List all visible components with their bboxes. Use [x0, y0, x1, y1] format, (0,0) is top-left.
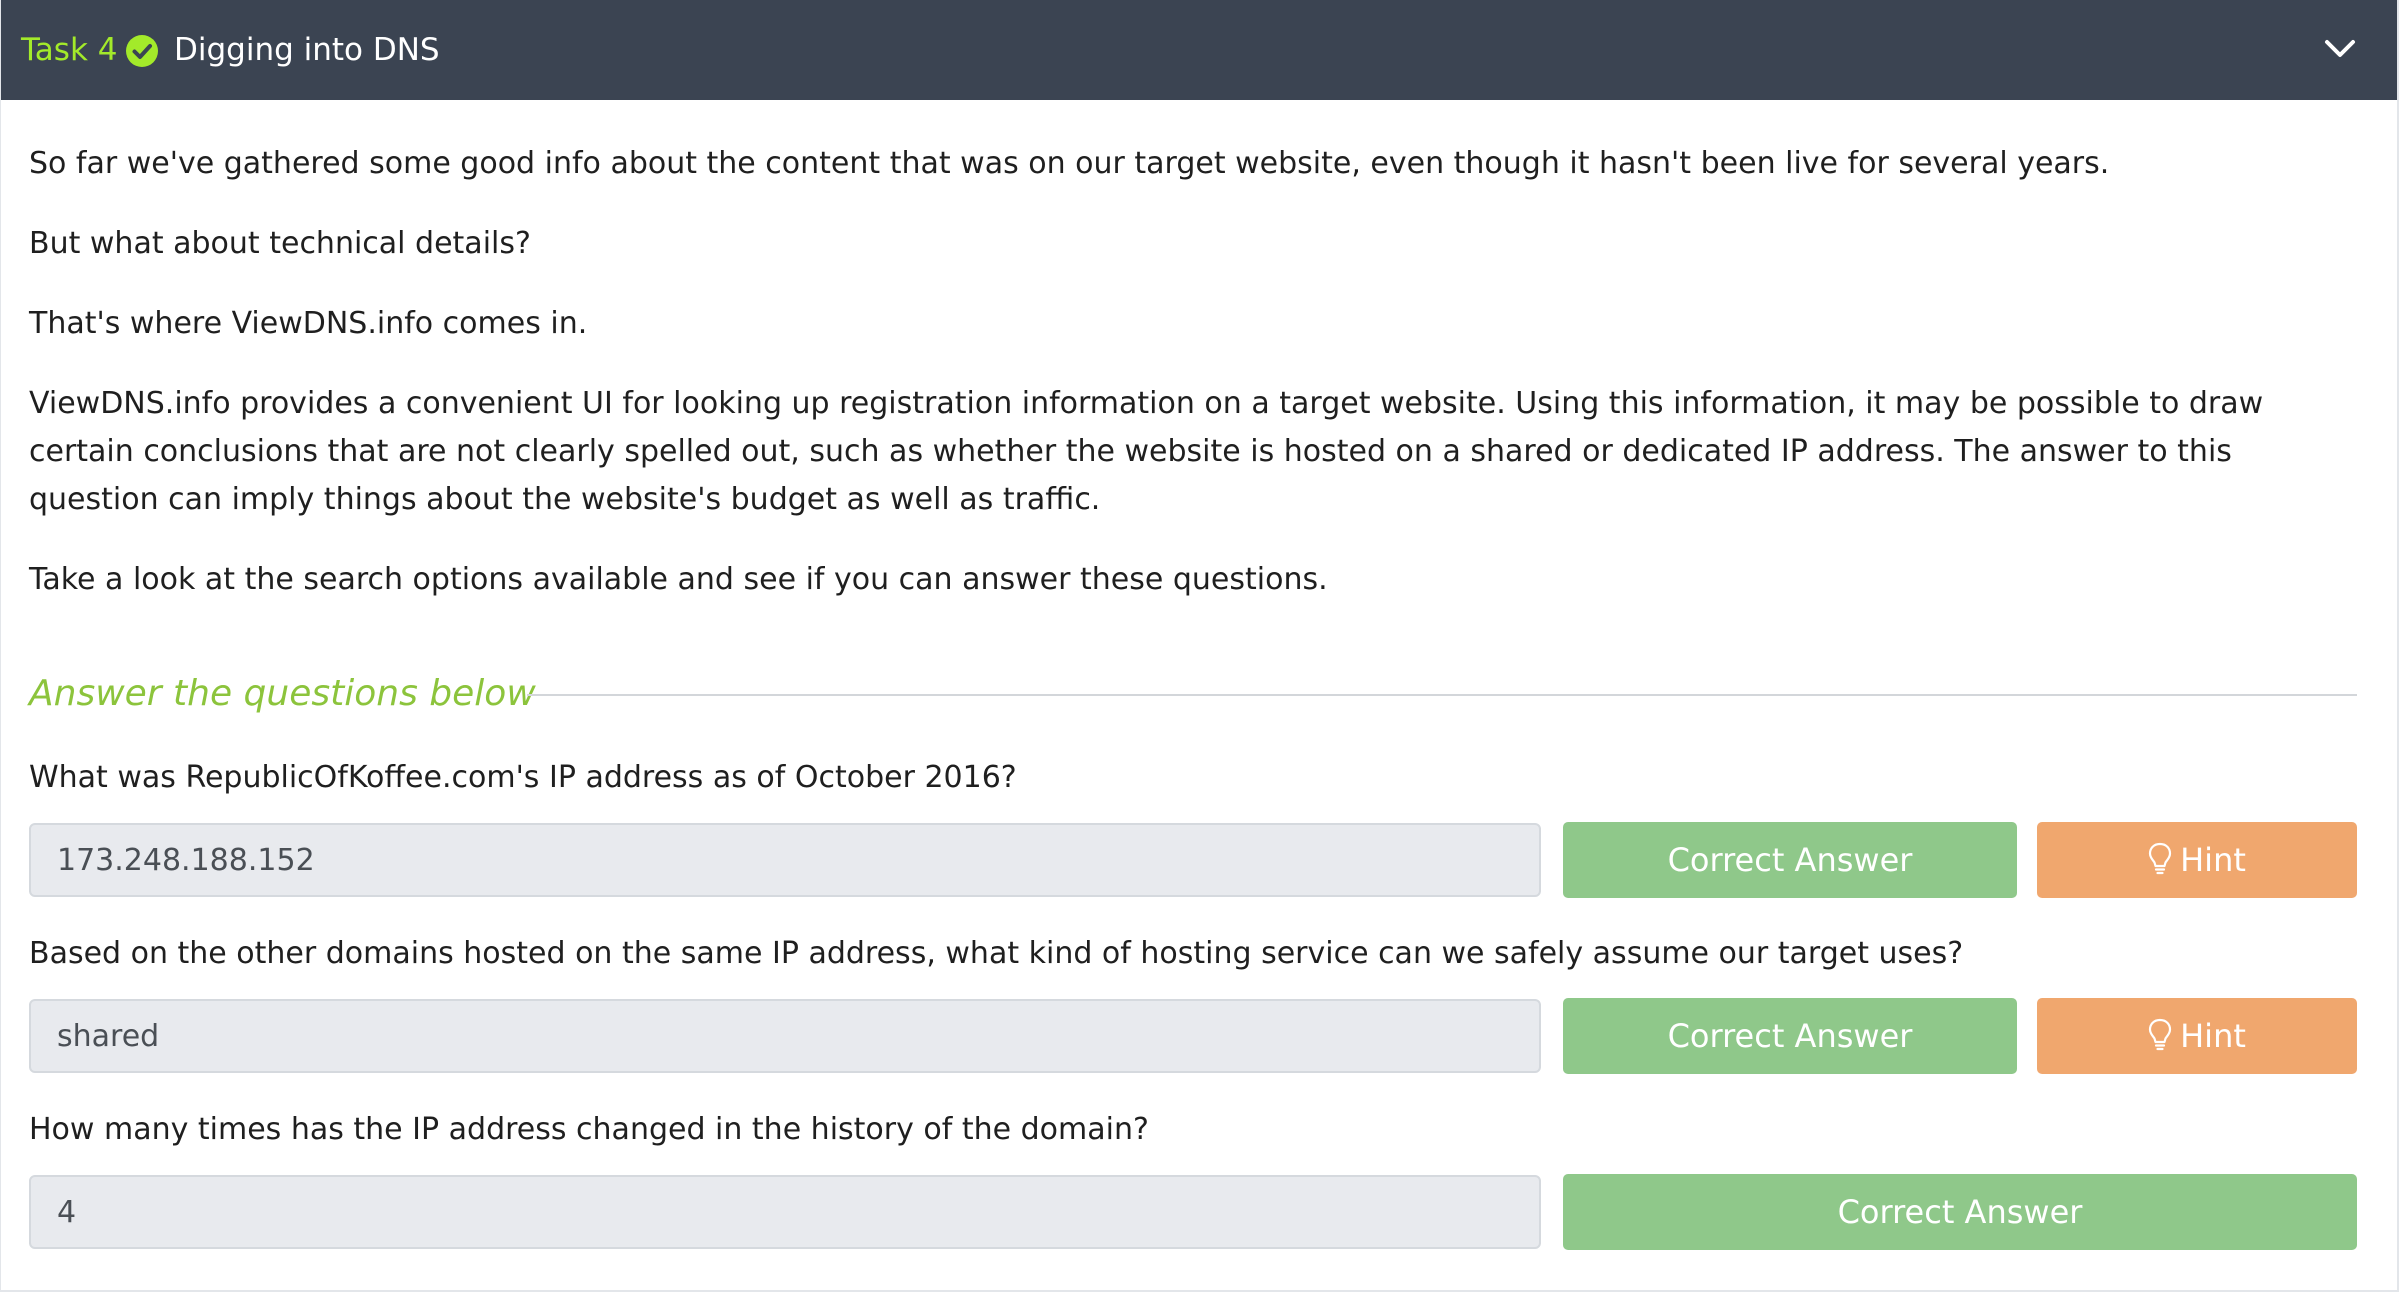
question-2-submit-button[interactable]: Correct Answer [1563, 998, 2017, 1074]
lightbulb-icon [2149, 842, 2172, 875]
question-2-answer-input[interactable] [29, 999, 1541, 1073]
paragraph-description: ViewDNS.info provides a convenient UI fo… [29, 386, 2264, 517]
question-2-hint-label: Hint [2180, 1017, 2246, 1055]
paragraph-technical: But what about technical details? [29, 226, 531, 261]
questions-section-title: Answer the questions below [29, 673, 536, 714]
task-title: Digging into DNS [174, 32, 440, 68]
task-number: Task 4 [21, 32, 118, 68]
lightbulb-icon [2149, 1018, 2172, 1051]
paragraph-intro: So far we've gathered some good info abo… [29, 146, 2110, 181]
question-2-text: Based on the other domains hosted on the… [29, 936, 1964, 971]
paragraph-viewdns: That's where ViewDNS.info comes in. [29, 306, 588, 341]
task-card: Task 4 Digging into DNS So far we've gat… [0, 0, 2399, 1292]
check-circle-icon [126, 35, 158, 67]
paragraph-instructions: Take a look at the search options availa… [29, 562, 1328, 597]
question-1-answer-input[interactable] [29, 823, 1541, 897]
question-1-text: What was RepublicOfKoffee.com's IP addre… [29, 760, 1017, 795]
section-divider [527, 694, 2357, 696]
question-2-hint-button[interactable]: Hint [2037, 998, 2357, 1074]
question-3-answer-input[interactable] [29, 1175, 1541, 1249]
question-1-hint-button[interactable]: Hint [2037, 822, 2357, 898]
chevron-down-icon[interactable] [2323, 36, 2357, 62]
question-3-submit-button[interactable]: Correct Answer [1563, 1174, 2357, 1250]
task-header[interactable]: Task 4 Digging into DNS [1, 0, 2397, 100]
question-3-text: How many times has the IP address change… [29, 1112, 1149, 1147]
question-1-submit-button[interactable]: Correct Answer [1563, 822, 2017, 898]
question-1-hint-label: Hint [2180, 841, 2246, 879]
